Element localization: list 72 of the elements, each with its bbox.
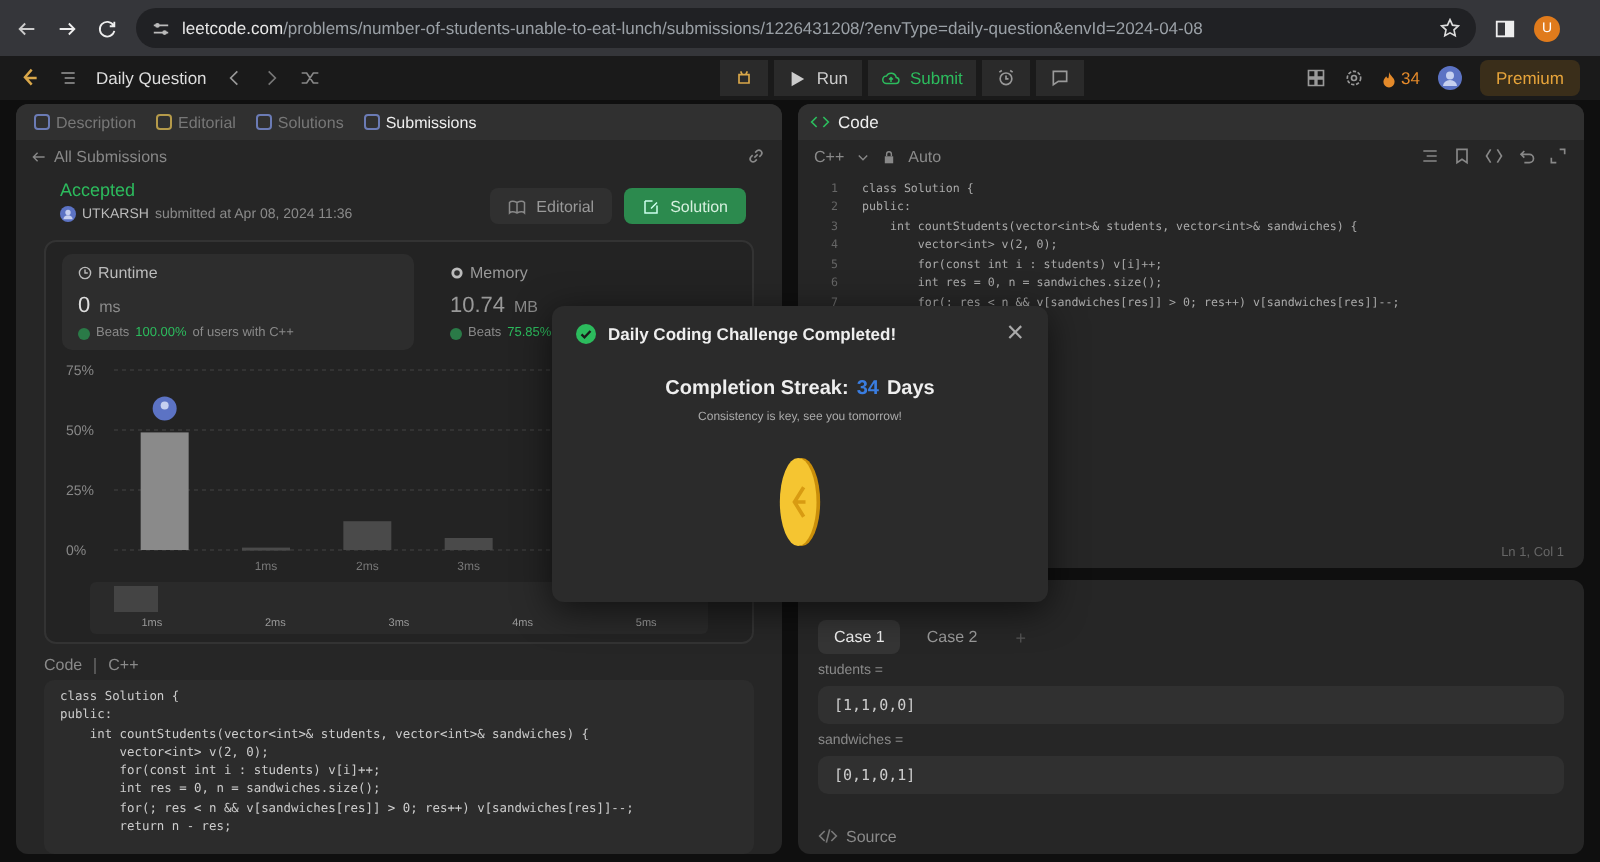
language-dropdown[interactable]: C++	[814, 147, 845, 165]
address-bar[interactable]: leetcode.com/problems/number-of-students-unable-to-eat-lunch/submissions/1226431208/?envType=daily-question&envId=2024-04-08	[136, 8, 1476, 48]
shuffle-icon[interactable]	[300, 68, 321, 88]
reload-icon[interactable]	[96, 17, 118, 39]
notes-button[interactable]	[1036, 60, 1085, 96]
status-text: Accepted	[60, 180, 138, 200]
link-icon[interactable]	[746, 146, 766, 166]
chevron-down-icon[interactable]	[856, 149, 871, 163]
memory-value: 10.74	[450, 294, 506, 318]
settings-icon[interactable]	[1343, 68, 1363, 88]
code-icon	[818, 826, 838, 846]
play-icon	[788, 69, 807, 87]
streak-unit: Days	[886, 378, 935, 400]
streak-counter[interactable]: 34	[1381, 68, 1420, 88]
logo-icon[interactable]	[20, 68, 40, 88]
user-avatar	[152, 396, 177, 421]
star-icon[interactable]	[1440, 18, 1460, 38]
alarm-button[interactable]	[982, 60, 1031, 96]
runtime-value: 0	[78, 294, 91, 318]
check-icon	[576, 324, 596, 344]
editorial-button[interactable]: Editorial	[490, 188, 613, 224]
format-icon[interactable]	[1420, 146, 1440, 166]
user-avatar[interactable]	[1437, 66, 1462, 90]
runtime-unit: ms	[99, 298, 121, 316]
runtime-label: Runtime	[98, 264, 158, 282]
streak-label: Completion Streak:	[665, 378, 849, 400]
debug-button[interactable]	[720, 60, 769, 96]
clock-icon	[78, 266, 92, 280]
panel-tab[interactable]: Submissions	[357, 113, 483, 131]
back-arrow-icon[interactable]	[32, 149, 46, 163]
all-submissions-link[interactable]: All Submissions	[54, 147, 167, 165]
book-icon	[508, 197, 527, 215]
beats-icon	[450, 327, 462, 339]
code-label: Code	[44, 656, 83, 674]
streak-value: 34	[856, 378, 879, 400]
memory-unit: MB	[513, 298, 538, 316]
panel-title: Code	[838, 112, 879, 132]
site-info-icon[interactable]	[152, 19, 170, 37]
source-link[interactable]: Source	[846, 827, 897, 845]
solution-button[interactable]: Solution	[624, 188, 746, 224]
premium-button[interactable]: Premium	[1479, 60, 1580, 96]
alarm-clock-icon	[996, 68, 1017, 88]
submit-button[interactable]: Submit	[867, 60, 977, 96]
lock-icon	[882, 149, 897, 163]
side-panel-icon[interactable]	[1494, 17, 1516, 39]
memory-label: Memory	[470, 264, 528, 282]
autocomplete-mode[interactable]: Auto	[908, 147, 942, 165]
beats-icon	[78, 327, 90, 339]
bookmark-icon[interactable]	[1452, 146, 1472, 166]
layout-icon[interactable]	[1305, 68, 1325, 88]
user-avatar	[60, 206, 76, 222]
run-button[interactable]: Run	[774, 60, 862, 96]
expand-icon[interactable]	[1548, 146, 1568, 166]
undo-icon[interactable]	[1516, 146, 1536, 166]
braces-icon[interactable]	[1484, 146, 1504, 166]
code-icon	[810, 112, 830, 132]
chip-icon	[450, 266, 464, 280]
back-icon[interactable]	[16, 17, 38, 39]
case-tab[interactable]: Case 2	[910, 620, 994, 654]
forward-icon[interactable]	[56, 17, 78, 39]
note-icon	[1050, 68, 1071, 88]
fire-icon	[1381, 69, 1395, 87]
problem-list-title[interactable]: Daily Question	[96, 68, 207, 88]
coin-drawing	[778, 456, 822, 548]
close-button[interactable]: ×	[1006, 322, 1024, 346]
edit-icon	[642, 197, 661, 215]
cloud-upload-icon	[881, 69, 900, 87]
dialog-title: Daily Coding Challenge Completed!	[608, 324, 897, 344]
language-label: C++	[108, 656, 139, 674]
list-icon[interactable]	[58, 68, 78, 88]
case-tab[interactable]: Case 1	[818, 620, 901, 654]
bug-icon	[734, 68, 755, 88]
